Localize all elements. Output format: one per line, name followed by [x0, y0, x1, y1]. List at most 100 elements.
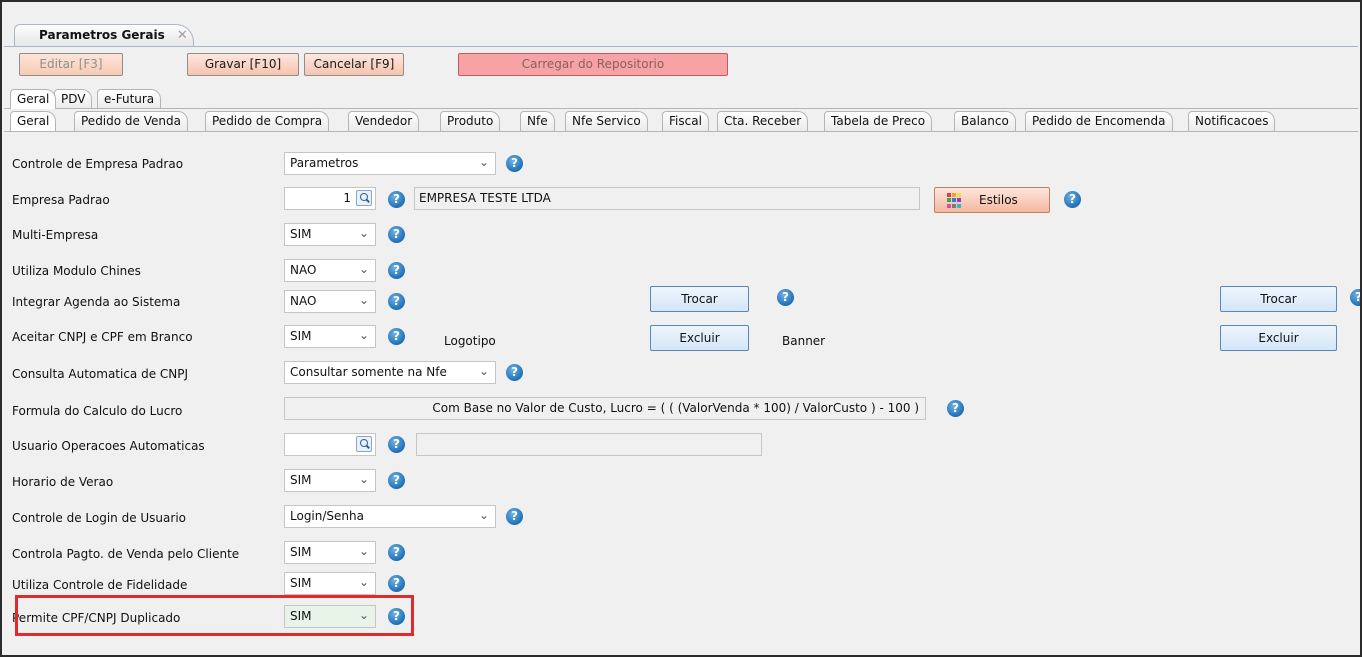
chevron-down-icon: ⌄ [358, 544, 369, 558]
help-icon[interactable]: ? [388, 436, 405, 453]
help-icon[interactable]: ? [388, 226, 405, 243]
chevron-down-icon: ⌄ [358, 328, 369, 342]
label-modulo-chines: Utiliza Modulo Chines [12, 264, 141, 278]
fidelidade-select[interactable]: SIM ⌄ [284, 572, 376, 595]
login-value: Login/Senha [290, 509, 364, 523]
horario-verao-value: SIM [290, 473, 312, 487]
controle-empresa-select[interactable]: Parametros ⌄ [284, 152, 496, 175]
label-cnpj-branco: Aceitar CNPJ e CPF em Branco [12, 330, 193, 344]
modulo-chines-select[interactable]: NAO ⌄ [284, 259, 376, 282]
help-icon[interactable]: ? [506, 155, 523, 172]
tab-tabela-preco[interactable]: Tabela de Preco [824, 111, 933, 131]
agenda-select[interactable]: NAO ⌄ [284, 290, 376, 313]
label-login: Controle de Login de Usuario [12, 511, 186, 525]
label-fidelidade: Utiliza Controle de Fidelidade [12, 578, 188, 592]
chevron-down-icon: ⌄ [478, 364, 489, 378]
highlight-box [15, 595, 414, 636]
tab-geral[interactable]: Geral [10, 111, 57, 131]
window: Parametros Gerais ✕ Editar [F3] Gravar [… [0, 0, 1362, 657]
help-icon[interactable]: ? [388, 191, 405, 208]
tab-balanco[interactable]: Balanco [954, 111, 1016, 131]
cnpj-branco-value: SIM [290, 329, 312, 343]
tab-geral-main[interactable]: Geral [10, 89, 57, 109]
chevron-down-icon: ⌄ [358, 575, 369, 589]
help-icon[interactable]: ? [506, 508, 523, 525]
horario-verao-select[interactable]: SIM ⌄ [284, 469, 376, 492]
logo-excluir-button[interactable]: Excluir [650, 325, 749, 351]
tab-divider-1 [4, 108, 1358, 109]
help-icon[interactable]: ? [388, 544, 405, 561]
banner-excluir-button[interactable]: Excluir [1220, 325, 1337, 351]
pagto-cliente-select[interactable]: SIM ⌄ [284, 541, 376, 564]
label-empresa-padrao: Empresa Padrao [12, 193, 110, 207]
load-repository-button[interactable]: Carregar do Repositorio [458, 53, 728, 76]
consulta-cnpj-value: Consultar somente na Nfe [290, 365, 447, 379]
help-icon[interactable]: ? [506, 364, 523, 381]
help-icon[interactable]: ? [388, 293, 405, 310]
modulo-chines-value: NAO [290, 263, 317, 277]
label-multi-empresa: Multi-Empresa [12, 228, 99, 242]
help-icon[interactable]: ? [388, 575, 405, 592]
cnpj-branco-select[interactable]: SIM ⌄ [284, 325, 376, 348]
logotipo-label: Logotipo [444, 334, 496, 348]
tab-fiscal[interactable]: Fiscal [662, 111, 709, 131]
label-formula-lucro: Formula do Calculo do Lucro [12, 404, 183, 418]
consulta-cnpj-select[interactable]: Consultar somente na Nfe ⌄ [284, 361, 496, 384]
multi-empresa-select[interactable]: SIM ⌄ [284, 223, 376, 246]
help-icon[interactable]: ? [777, 289, 794, 306]
palette-grid-icon [947, 193, 962, 208]
tab-pedido-venda[interactable]: Pedido de Venda [74, 111, 188, 131]
edit-button[interactable]: Editar [F3] [19, 53, 123, 76]
help-icon[interactable]: ? [1350, 289, 1360, 306]
tab-pdv[interactable]: PDV [54, 89, 93, 109]
chevron-down-icon: ⌄ [478, 155, 489, 169]
help-icon[interactable]: ? [388, 262, 405, 279]
banner-trocar-button[interactable]: Trocar [1220, 286, 1337, 312]
search-icon[interactable] [356, 190, 372, 206]
tab-cta-receber[interactable]: Cta. Receber [717, 111, 809, 131]
help-icon[interactable]: ? [1064, 191, 1081, 208]
label-controle-empresa: Controle de Empresa Padrao [12, 157, 184, 171]
document-tab[interactable]: Parametros Gerais ✕ [14, 24, 194, 46]
tab-pedido-encomenda[interactable]: Pedido de Encomenda [1025, 111, 1173, 131]
help-icon[interactable]: ? [388, 328, 405, 345]
cancel-button[interactable]: Cancelar [F9] [304, 53, 404, 76]
logo-trocar-button[interactable]: Trocar [650, 286, 749, 312]
estilos-label: Estilos [979, 193, 1018, 207]
tab-notificacoes[interactable]: Notificacoes [1188, 111, 1276, 131]
login-select[interactable]: Login/Senha ⌄ [284, 505, 496, 528]
estilos-button[interactable]: Estilos [934, 187, 1050, 213]
help-icon[interactable]: ? [388, 472, 405, 489]
multi-empresa-value: SIM [290, 227, 312, 241]
controle-empresa-value: Parametros [290, 156, 359, 170]
tab-produto[interactable]: Produto [440, 111, 501, 131]
fidelidade-value: SIM [290, 576, 312, 590]
label-consulta-cnpj: Consulta Automatica de CNPJ [12, 367, 189, 381]
tab-pedido-compra[interactable]: Pedido de Compra [205, 111, 330, 131]
label-usuario-auto: Usuario Operacoes Automaticas [12, 439, 205, 453]
empresa-padrao-name-field: EMPRESA TESTE LTDA [414, 187, 920, 210]
usuario-auto-name-field [416, 433, 762, 456]
banner-label: Banner [782, 334, 826, 348]
chevron-down-icon: ⌄ [358, 293, 369, 307]
toolbar-divider [4, 46, 1358, 47]
chevron-down-icon: ⌄ [358, 472, 369, 486]
pagto-cliente-value: SIM [290, 545, 312, 559]
tab-vendedor[interactable]: Vendedor [348, 111, 420, 131]
save-button[interactable]: Gravar [F10] [187, 53, 299, 76]
tab-nfe[interactable]: Nfe [520, 111, 555, 131]
search-icon[interactable] [356, 436, 372, 452]
tab-nfe-servico[interactable]: Nfe Servico [565, 111, 648, 131]
chevron-down-icon: ⌄ [358, 262, 369, 276]
agenda-value: NAO [290, 294, 317, 308]
chevron-down-icon: ⌄ [478, 508, 489, 522]
tab-e-futura[interactable]: e-Futura [97, 89, 162, 109]
document-tab-title: Parametros Gerais [39, 28, 165, 42]
help-icon[interactable]: ? [947, 400, 964, 417]
label-agenda: Integrar Agenda ao Sistema [12, 295, 181, 309]
chevron-down-icon: ⌄ [358, 226, 369, 240]
tab-divider-2 [4, 131, 1358, 132]
close-icon[interactable]: ✕ [177, 28, 188, 43]
label-horario-verao: Horario de Verao [12, 475, 114, 489]
formula-lucro-field: Com Base no Valor de Custo, Lucro = ( ( … [284, 397, 926, 420]
